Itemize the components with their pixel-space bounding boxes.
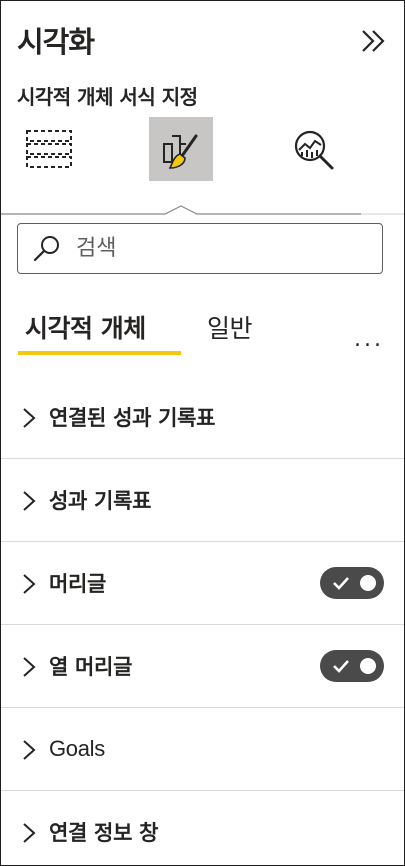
card-connection-info-pane[interactable]: 연결 정보 창 bbox=[1, 791, 404, 865]
analytics-button[interactable] bbox=[281, 117, 345, 181]
card-label: 연결된 성과 기록표 bbox=[49, 406, 216, 430]
column-header-toggle[interactable] bbox=[320, 650, 384, 682]
collapse-pane-button[interactable] bbox=[358, 25, 388, 57]
card-label: 열 머리글 bbox=[49, 655, 133, 679]
format-visual-button[interactable] bbox=[149, 117, 213, 181]
chevron-right-icon bbox=[23, 657, 36, 677]
pane-title: 시각화 bbox=[17, 25, 95, 59]
pane-subtitle: 시각적 개체 서식 지정 bbox=[17, 85, 198, 109]
search-icon bbox=[33, 235, 59, 261]
chevron-right-icon bbox=[23, 574, 36, 594]
card-goals[interactable]: Goals bbox=[1, 708, 404, 791]
fields-table-icon bbox=[26, 130, 72, 168]
search-box[interactable] bbox=[17, 223, 383, 274]
chevron-right-icon bbox=[23, 740, 36, 760]
card-label: 연결 정보 창 bbox=[49, 821, 159, 845]
card-label: 머리글 bbox=[49, 572, 107, 596]
card-label: 성과 기록표 bbox=[49, 489, 152, 513]
card-header[interactable]: 머리글 bbox=[1, 542, 404, 625]
selected-tab-indicator bbox=[1, 205, 404, 215]
card-scorecard[interactable]: 성과 기록표 bbox=[1, 459, 404, 542]
toggle-knob bbox=[360, 575, 376, 591]
tab-general[interactable]: 일반 bbox=[207, 309, 253, 345]
search-input[interactable] bbox=[74, 235, 358, 262]
toggle-knob bbox=[360, 658, 376, 674]
header-toggle[interactable] bbox=[320, 567, 384, 599]
card-column-header[interactable]: 열 머리글 bbox=[1, 625, 404, 708]
chevron-right-icon bbox=[23, 491, 36, 511]
card-connected-scorecard[interactable]: 연결된 성과 기록표 bbox=[1, 376, 404, 459]
analytics-magnifier-icon bbox=[294, 130, 334, 170]
tab-visual[interactable]: 시각적 개체 bbox=[25, 309, 146, 345]
visualizations-pane: 시각화 시각적 개체 서식 지정 검색 시각적 개체 일반 ... 연결된 성과… bbox=[0, 0, 405, 866]
chevron-right-icon bbox=[23, 823, 36, 843]
double-chevron-right-icon bbox=[362, 30, 385, 52]
more-options-button[interactable]: ... bbox=[354, 327, 384, 352]
checkmark-icon bbox=[333, 577, 349, 590]
active-tab-underline bbox=[18, 351, 181, 355]
build-visual-button[interactable] bbox=[17, 117, 81, 181]
format-cards-list: 연결된 성과 기록표 성과 기록표 머리글 열 머리글 Goals 연결 정보 … bbox=[1, 376, 404, 865]
paintbrush-icon bbox=[163, 134, 198, 169]
checkmark-icon bbox=[333, 660, 349, 673]
card-label: Goals bbox=[49, 736, 105, 761]
chevron-right-icon bbox=[23, 408, 36, 428]
